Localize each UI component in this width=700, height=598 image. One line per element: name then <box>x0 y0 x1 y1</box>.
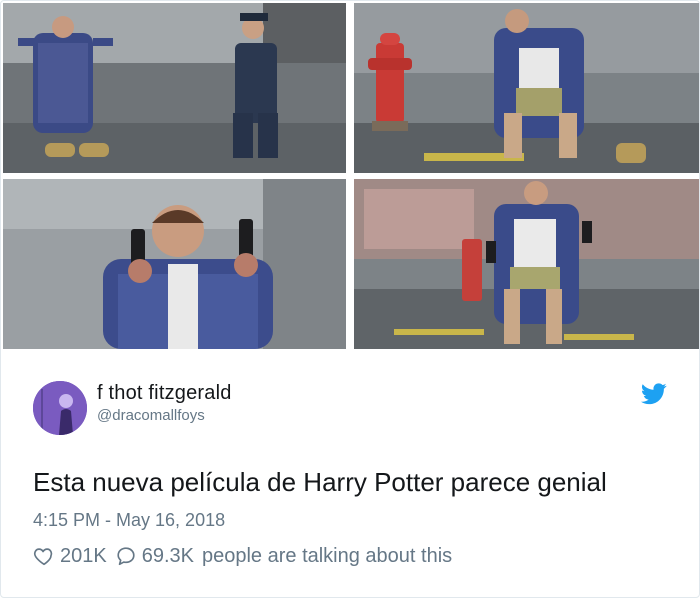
tweet-card: f thot fitzgerald @dracomallfoys Esta nu… <box>0 0 700 598</box>
speech-bubble-icon[interactable] <box>115 545 137 567</box>
tweet-actions: 201K 69.3K people are talking about this <box>33 543 452 569</box>
reply-count[interactable]: 69.3K <box>142 545 194 568</box>
user-handle[interactable]: @dracomallfoys <box>97 407 205 424</box>
tweet-text: Esta nueva película de Harry Potter pare… <box>33 467 607 497</box>
photo-2[interactable] <box>354 3 699 173</box>
twitter-bird-icon[interactable] <box>641 383 667 405</box>
like-count[interactable]: 201K <box>60 545 107 568</box>
heart-icon[interactable] <box>33 545 55 567</box>
photo-1[interactable] <box>3 3 346 173</box>
avatar[interactable] <box>33 381 87 435</box>
photo-4[interactable] <box>354 179 699 349</box>
photo-grid <box>1 1 699 349</box>
display-name[interactable]: f thot fitzgerald <box>97 382 232 405</box>
talking-text[interactable]: people are talking about this <box>202 545 452 568</box>
tweet-timestamp[interactable]: 4:15 PM - May 16, 2018 <box>33 510 225 531</box>
photo-3[interactable] <box>3 179 346 349</box>
